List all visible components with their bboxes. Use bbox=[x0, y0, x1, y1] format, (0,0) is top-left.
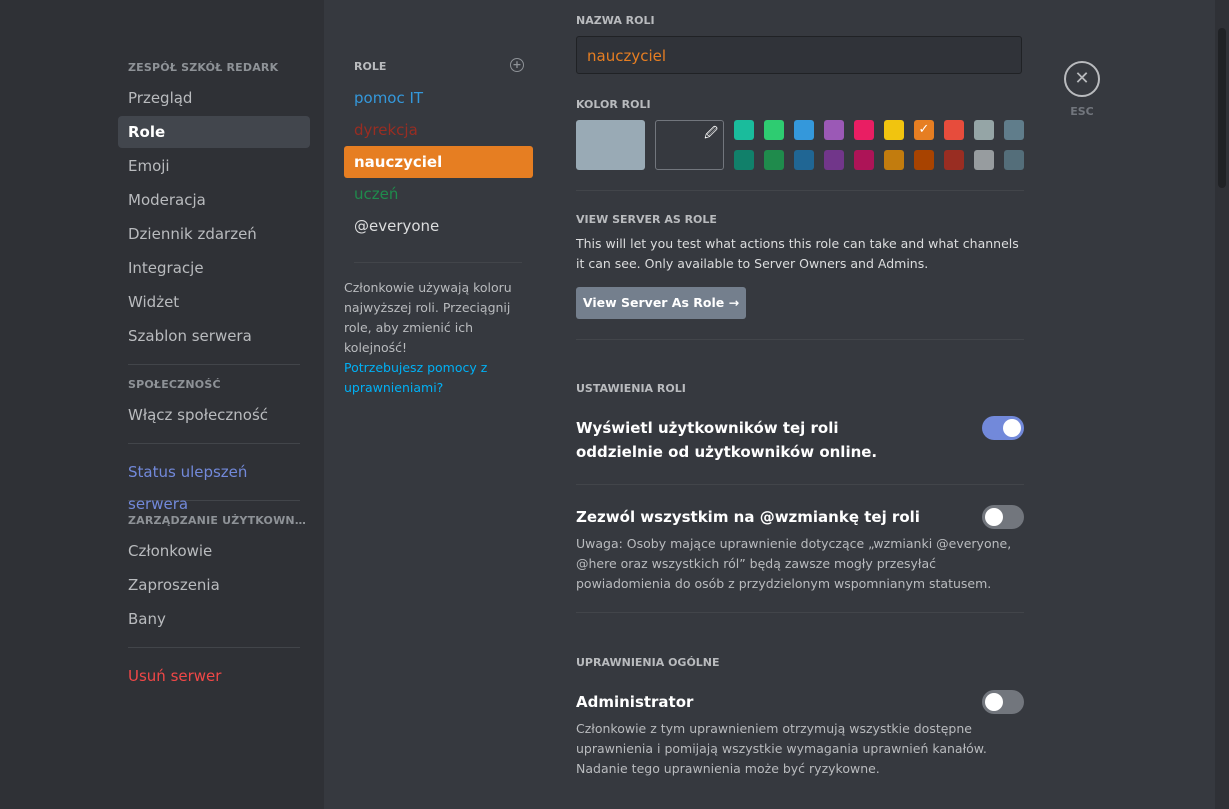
sidebar-nav: ZESPÓŁ SZKÓŁ REDARK Przegląd Role Emoji Mode… bbox=[118, 0, 310, 694]
default-color-swatch[interactable] bbox=[576, 120, 645, 170]
sidebar-item[interactable]: Dziennik zdarzeń bbox=[118, 218, 310, 250]
sidebar-item[interactable]: Członkowie bbox=[118, 535, 310, 567]
view-as-role-header: VIEW SERVER AS ROLE bbox=[576, 213, 717, 226]
view-as-role-description: This will let you test what actions this… bbox=[576, 236, 1019, 271]
sidebar-item[interactable]: Bany bbox=[118, 603, 310, 635]
settings-sidebar: ZESPÓŁ SZKÓŁ REDARK Przegląd Role Emoji Mode… bbox=[0, 0, 324, 809]
sidebar-divider bbox=[128, 443, 300, 444]
permissions-help-link[interactable]: Potrzebujesz pomocy z uprawnieniami? bbox=[344, 358, 534, 398]
roles-hint: Członkowie używają koloru najwyższej rol… bbox=[344, 280, 512, 355]
color-swatch[interactable] bbox=[884, 150, 904, 170]
sidebar-section-header: ZESPÓŁ SZKÓŁ REDARK bbox=[128, 61, 279, 74]
sidebar-divider bbox=[128, 647, 300, 648]
divider bbox=[576, 612, 1024, 613]
color-swatch[interactable] bbox=[854, 120, 874, 140]
view-server-as-role-button[interactable]: View Server As Role → bbox=[576, 287, 746, 319]
color-swatch[interactable] bbox=[734, 120, 754, 140]
color-swatch[interactable] bbox=[944, 150, 964, 170]
color-swatch[interactable] bbox=[974, 150, 994, 170]
color-swatch[interactable] bbox=[884, 120, 904, 140]
administrator-toggle[interactable] bbox=[982, 690, 1024, 714]
sidebar-item[interactable]: Usuń serwer bbox=[118, 660, 310, 692]
sidebar-item[interactable]: Moderacja bbox=[118, 184, 310, 216]
mentionable-option-title: Zezwól wszystkim na @wzmiankę tej roli bbox=[576, 508, 920, 526]
sidebar-item[interactable]: Zaproszenia bbox=[118, 569, 310, 601]
sidebar-item[interactable]: Status ulepszeń serwera bbox=[118, 456, 310, 513]
administrator-option-description: Członkowie z tym uprawnieniem otrzymują … bbox=[576, 721, 987, 776]
roles-header-label: ROLE bbox=[354, 60, 387, 73]
roles-divider bbox=[354, 262, 522, 263]
hoist-option-title: Wyświetl użytkowników tej roli oddzielni… bbox=[576, 419, 878, 461]
color-swatch[interactable]: ✓ bbox=[914, 120, 934, 140]
role-item[interactable]: uczeń bbox=[344, 178, 533, 210]
custom-color-picker[interactable]: 🖉 bbox=[655, 120, 724, 170]
hoist-toggle[interactable] bbox=[982, 416, 1024, 440]
color-swatch[interactable] bbox=[1004, 150, 1024, 170]
scrollbar[interactable] bbox=[1215, 0, 1229, 809]
role-list: pomoc IT dyrekcja nauczyciel uczeń @everyone bbox=[344, 82, 533, 242]
color-swatch[interactable] bbox=[944, 120, 964, 140]
color-swatch[interactable] bbox=[824, 150, 844, 170]
color-swatch[interactable] bbox=[764, 150, 784, 170]
mentionable-option-description: Uwaga: Osoby mające uprawnienie dotycząc… bbox=[576, 536, 1012, 591]
add-role-icon[interactable]: + bbox=[510, 58, 524, 72]
toggle-knob bbox=[1003, 419, 1021, 437]
sidebar-item[interactable]: Szablon serwera bbox=[118, 320, 310, 352]
divider bbox=[576, 484, 1024, 485]
role-name-label: NAZWA ROLI bbox=[576, 14, 655, 27]
sidebar-item[interactable]: Włącz społeczność bbox=[118, 399, 310, 431]
color-swatch[interactable] bbox=[794, 150, 814, 170]
color-swatch[interactable] bbox=[854, 150, 874, 170]
color-swatch[interactable] bbox=[794, 120, 814, 140]
role-name-input[interactable]: nauczyciel bbox=[576, 36, 1022, 74]
esc-label: ESC bbox=[1070, 105, 1094, 118]
role-item[interactable]: dyrekcja bbox=[344, 114, 533, 146]
role-settings-header: USTAWIENIA ROLI bbox=[576, 382, 686, 395]
sidebar-item[interactable]: Przegląd bbox=[118, 82, 310, 114]
toggle-knob bbox=[985, 508, 1003, 526]
sidebar-item[interactable]: Integracje bbox=[118, 252, 310, 284]
divider bbox=[576, 190, 1024, 191]
scrollbar-thumb[interactable] bbox=[1218, 28, 1226, 188]
sidebar-item[interactable]: Emoji bbox=[118, 150, 310, 182]
eyedropper-icon: 🖉 bbox=[704, 126, 718, 141]
color-swatch[interactable] bbox=[734, 150, 754, 170]
role-item[interactable]: @everyone bbox=[344, 210, 533, 242]
color-swatch[interactable] bbox=[1004, 120, 1024, 140]
sidebar-section-header: ZARZĄDZANIE UŻYTKOWNIKAMI bbox=[128, 514, 310, 527]
general-permissions-header: UPRAWNIENIA OGÓLNE bbox=[576, 656, 720, 669]
check-icon: ✓ bbox=[918, 122, 930, 137]
sidebar-divider bbox=[128, 364, 300, 365]
divider bbox=[576, 339, 1024, 340]
sidebar-item[interactable]: Widżet bbox=[118, 286, 310, 318]
close-settings: ✕ ESC bbox=[1064, 61, 1100, 118]
color-swatch[interactable] bbox=[824, 120, 844, 140]
mentionable-toggle[interactable] bbox=[982, 505, 1024, 529]
color-swatch[interactable] bbox=[764, 120, 784, 140]
color-swatch[interactable] bbox=[974, 120, 994, 140]
role-item[interactable]: pomoc IT bbox=[344, 82, 533, 114]
roles-header: ROLE + bbox=[354, 58, 524, 73]
administrator-option-title: Administrator bbox=[576, 693, 694, 711]
sidebar-item[interactable]: Role bbox=[118, 116, 310, 148]
role-item[interactable]: nauczyciel bbox=[344, 146, 533, 178]
sidebar-section-header: SPOŁECZNOŚĆ bbox=[128, 378, 221, 391]
close-icon[interactable]: ✕ bbox=[1064, 61, 1100, 97]
role-color-label: KOLOR ROLI bbox=[576, 98, 651, 111]
color-swatch[interactable] bbox=[914, 150, 934, 170]
toggle-knob bbox=[985, 693, 1003, 711]
